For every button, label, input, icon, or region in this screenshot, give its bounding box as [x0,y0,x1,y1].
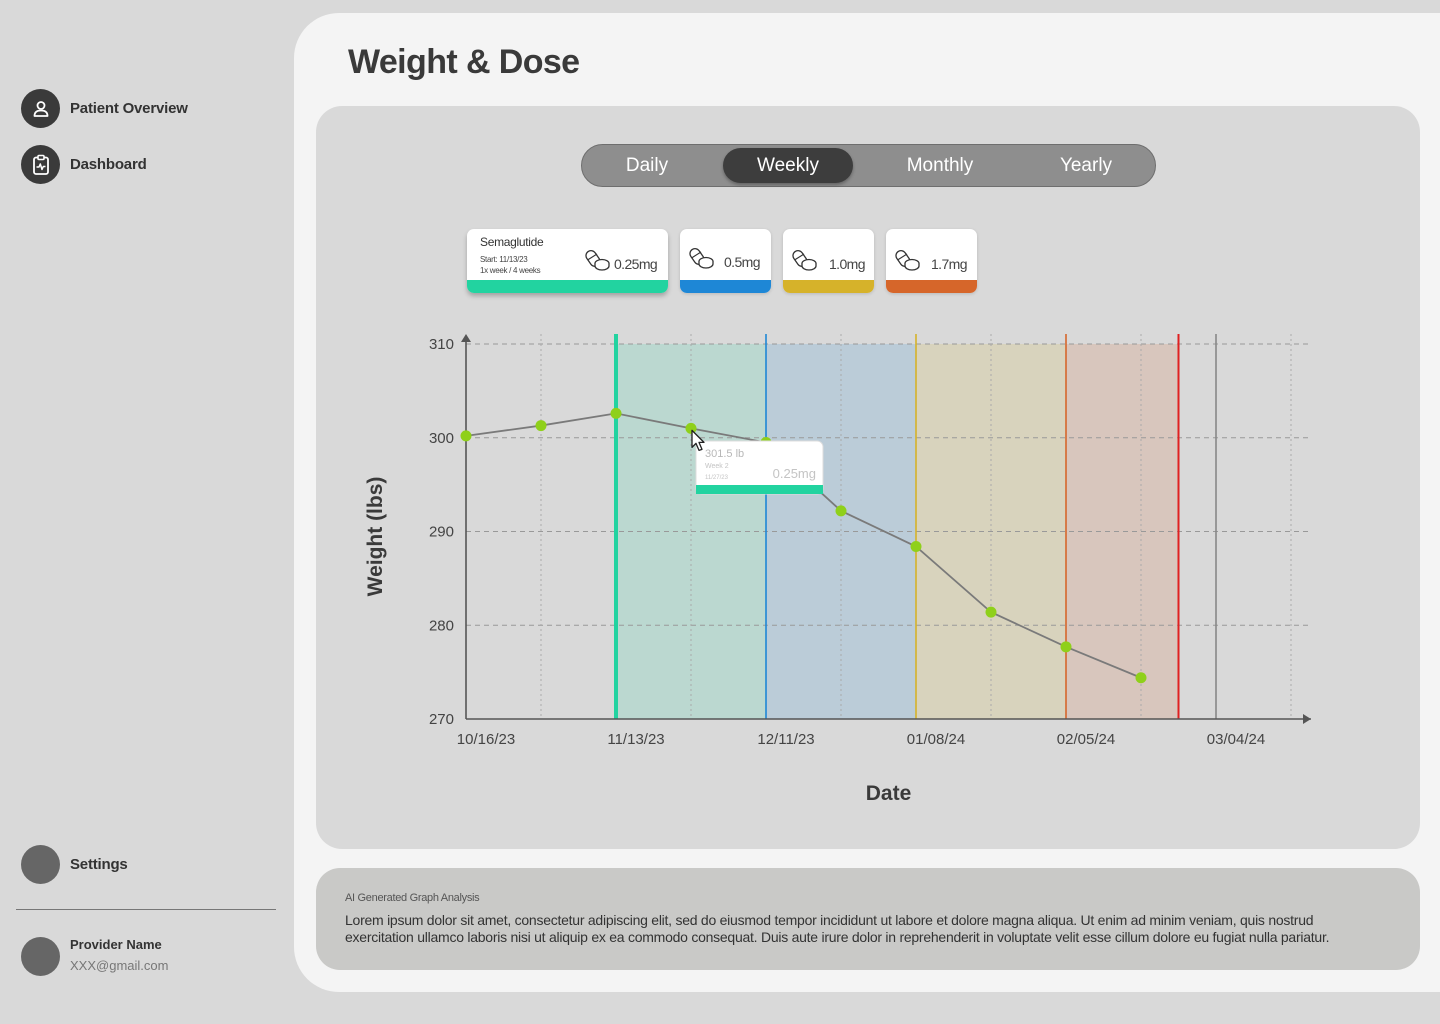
analysis-title: AI Generated Graph Analysis [345,892,480,904]
weight-data-point [460,430,472,442]
y-tick-label: 280 [429,617,454,634]
weight-data-point [835,505,847,517]
weight-data-point [985,606,997,618]
main-panel: Weight & Dose Daily Weekly Monthly Yearl… [294,13,1440,992]
sidebar: Patient Overview Dashboard Settings Prov… [0,0,294,1024]
x-axis-arrow [1303,714,1311,724]
weight-dose-chart: 270 280 290 300 310 10/16/23 11/13/23 12/11/23 0… [364,334,1311,805]
x-tick-label: 03/04/24 [1207,731,1265,748]
analysis-body: Lorem ipsum dolor sit amet, consectetur … [345,912,1330,945]
x-tick-label: 12/11/23 [757,731,814,748]
y-tick-label: 270 [429,711,454,728]
weight-data-point [910,541,922,552]
page-title: Weight & Dose [348,43,580,81]
nav-label: Patient Overview [70,100,188,117]
tooltip-week: Week 2 [705,463,729,470]
x-tick-label: 01/08/24 [907,731,965,748]
chart-card: Daily Weekly Monthly Yearly Semaglutide … [316,106,1420,849]
tooltip-date: 11/27/23 [705,475,729,481]
x-axis-title: Date [866,782,912,805]
weight-data-point [685,422,697,434]
clipboard-pulse-icon [21,145,60,184]
y-tick-label: 290 [429,524,454,541]
x-tick-label: 02/05/24 [1057,731,1115,748]
provider-profile[interactable]: Provider Name XXX@gmail.com [21,935,168,976]
tooltip-weight: 301.5 lb [705,448,744,460]
ai-analysis-panel: AI Generated Graph Analysis Lorem ipsum … [316,868,1420,970]
tooltip-dose-strip [696,485,823,494]
nav-patient-overview[interactable]: Patient Overview [21,89,188,128]
provider-name: Provider Name [70,937,162,952]
sidebar-divider [16,909,276,910]
y-tick-label: 300 [429,430,454,447]
settings-label: Settings [70,856,128,873]
nav-dashboard[interactable]: Dashboard [21,145,147,184]
person-icon [21,89,60,128]
y-tick-label: 310 [429,336,454,353]
x-tick-label: 11/13/23 [607,731,664,748]
nav-label: Dashboard [70,156,147,173]
weight-data-point [535,420,547,432]
nav-settings[interactable]: Settings [21,845,128,884]
weight-data-point [1135,672,1147,684]
settings-icon [21,845,60,884]
weight-data-point [610,407,622,419]
weight-data-point [1060,641,1072,653]
avatar [21,937,60,976]
x-tick-label: 10/16/23 [457,731,515,748]
tooltip-dose: 0.25mg [773,466,816,481]
y-axis-arrow [461,334,471,342]
y-axis-title: Weight (lbs) [364,477,387,597]
provider-email: XXX@gmail.com [70,958,169,973]
